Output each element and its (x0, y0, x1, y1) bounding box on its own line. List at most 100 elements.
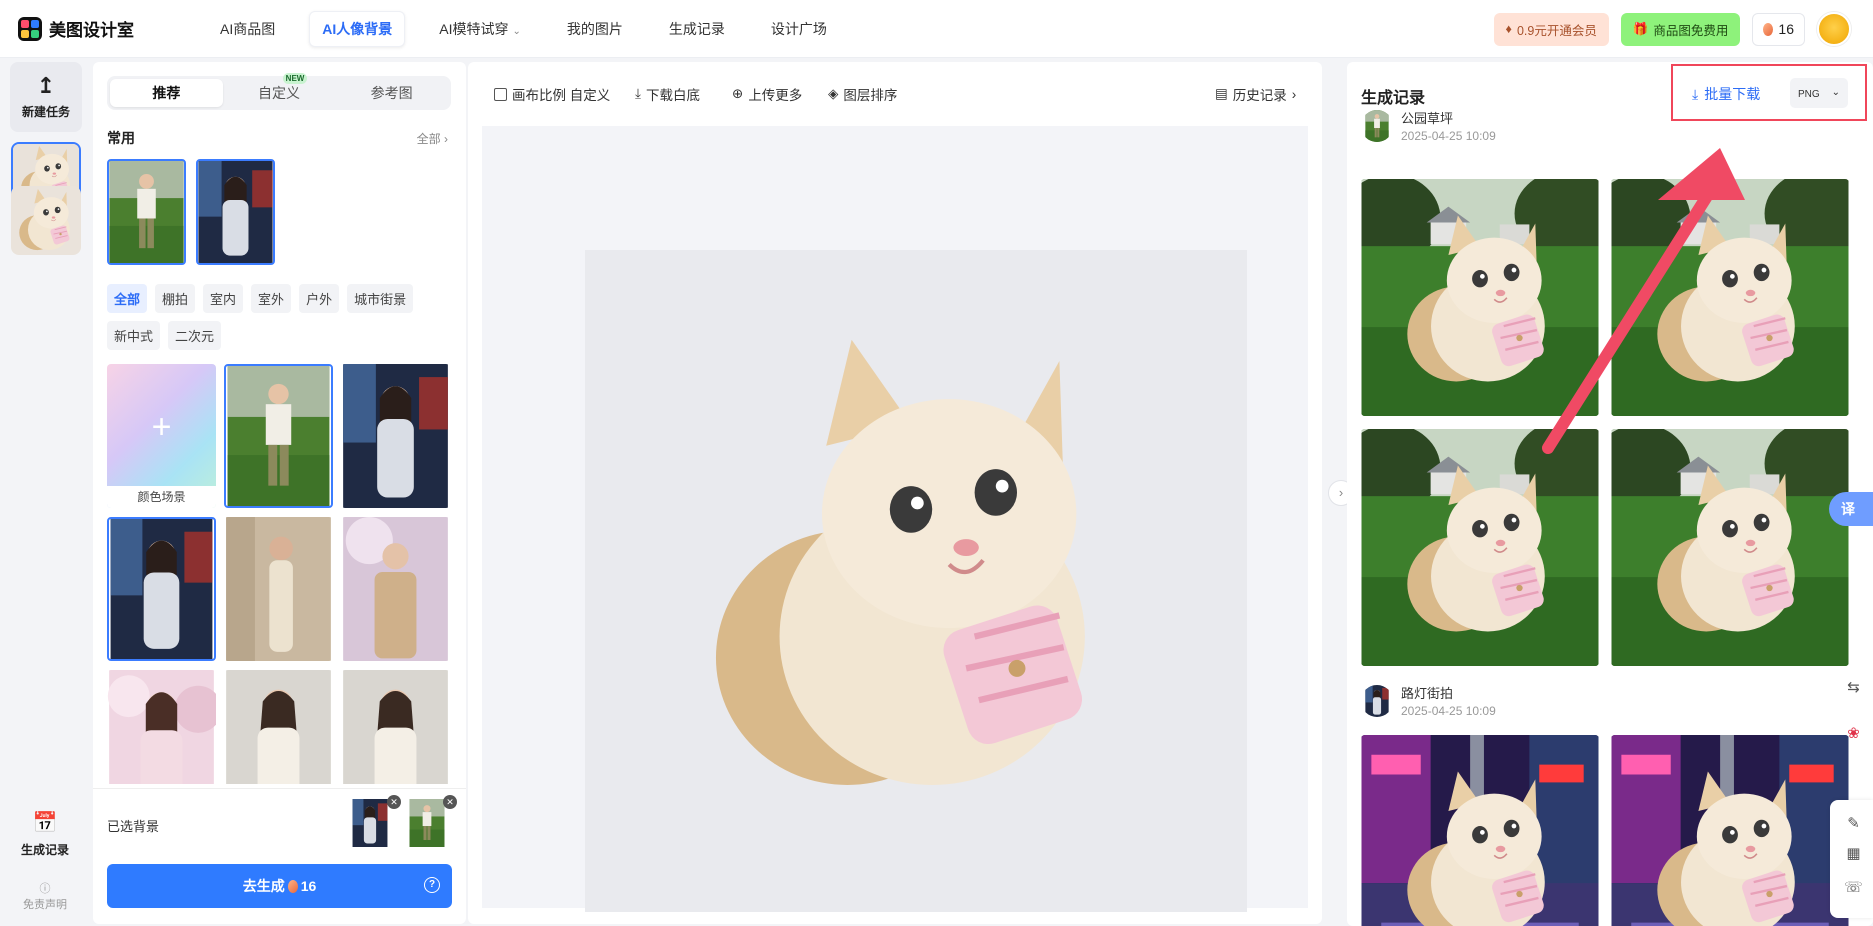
group-time: 2025-04-25 10:09 (1401, 704, 1496, 718)
category-tag[interactable]: 全部 (107, 284, 148, 313)
group-avatar (1361, 684, 1393, 717)
tool-label: 上传更多 (748, 88, 803, 103)
category-tag[interactable]: 室内 (203, 284, 244, 313)
info-icon: ⓘ (39, 883, 51, 895)
category-tag[interactable]: 室外 (251, 284, 292, 313)
history-label: 历史记录 (1232, 88, 1287, 103)
task-thumbnail[interactable] (11, 186, 81, 255)
plus-circle-icon: ⊕ (732, 86, 744, 101)
top-bar: 美图设计室 AI商品图 AI人像背景 AI模特试穿 ⌄ 我的图片 生成记录 设计广… (0, 0, 1873, 58)
rail-history-button[interactable]: 📅 生成记录 (0, 810, 90, 858)
group-title: 公园草坪 (1401, 111, 1454, 126)
bean-icon (1763, 22, 1774, 36)
tool-label: 下载白底 (645, 88, 700, 103)
remove-icon[interactable]: ✕ (387, 795, 401, 809)
tab-recommended[interactable]: 推荐 (110, 79, 223, 107)
free-product-button[interactable]: 🎁 商品图免费用 (1620, 12, 1741, 46)
history-button[interactable]: ▤ 历史记录 › (1215, 84, 1296, 104)
common-background[interactable] (196, 159, 275, 265)
headset-icon[interactable]: ☏ (1834, 872, 1873, 902)
logo-icon (18, 16, 42, 41)
plus-icon: + (151, 408, 172, 446)
tab-label: 推荐 (152, 85, 181, 101)
upload-more-button[interactable]: ⊕ 上传更多 (732, 84, 802, 104)
nav-my-images[interactable]: 我的图片 (555, 12, 635, 46)
nav-design-plaza[interactable]: 设计广场 (759, 12, 839, 46)
network-icon[interactable]: ❀ (1834, 718, 1873, 748)
history-group-header: 公园草坪 2025-04-25 10:09 (1361, 108, 1496, 143)
result-image[interactable] (1361, 429, 1599, 666)
download-icon: ⤓ (635, 86, 641, 101)
history-icon: ▤ (1215, 86, 1228, 101)
nav-generation-history[interactable]: 生成记录 (657, 12, 737, 46)
tool-label: 画布比例 自定义 (512, 88, 611, 103)
disclaimer-link[interactable]: ⓘ 免责声明 (0, 880, 90, 912)
generate-button[interactable]: 去生成 16 ? (107, 864, 452, 908)
new-task-button[interactable]: ↥ 新建任务 (10, 62, 82, 132)
result-image[interactable] (1361, 735, 1599, 926)
background-card[interactable] (224, 364, 333, 508)
chevron-right-icon: › (1338, 485, 1344, 500)
calendar-clock-icon: 📅 (32, 812, 58, 834)
background-card[interactable] (224, 670, 333, 784)
category-tag[interactable]: 新中式 (107, 321, 161, 350)
diamond-icon: ♦ (1505, 22, 1512, 36)
chevron-right-icon: › (444, 132, 448, 146)
generate-cost: 16 (300, 878, 317, 894)
background-card[interactable] (107, 670, 216, 784)
view-all-label: 全部 (416, 132, 441, 146)
app-logo[interactable]: 美图设计室 (18, 16, 188, 41)
remove-icon[interactable]: ✕ (443, 795, 457, 809)
header-actions: ♦ 0.9元开通会员 🎁 商品图免费用 16 (1493, 12, 1851, 46)
selected-background-chip[interactable] (346, 799, 394, 847)
nav-ai-model-tryon[interactable]: AI模特试穿 ⌄ (427, 12, 533, 46)
category-tag[interactable]: 二次元 (168, 321, 222, 350)
tab-custom[interactable]: 自定义 NEW (223, 73, 336, 107)
background-card[interactable] (341, 670, 450, 784)
category-tag[interactable]: 户外 (299, 284, 340, 313)
batch-download-button[interactable]: ⤓ 批量下载 (1692, 84, 1760, 104)
section-title: 常用 (107, 130, 135, 146)
nav-ai-portrait-bg[interactable]: AI人像背景 (309, 10, 406, 47)
background-card[interactable] (341, 517, 450, 661)
app-name: 美图设计室 (49, 21, 134, 40)
checkbox-icon (494, 87, 507, 101)
result-image[interactable] (1611, 179, 1849, 416)
background-card[interactable] (107, 517, 216, 661)
help-icon[interactable]: ? (424, 877, 440, 893)
result-image[interactable] (1361, 179, 1599, 416)
disclaimer-label: 免责声明 (23, 899, 67, 911)
upload-icon: ↥ (36, 72, 56, 98)
subject-image[interactable] (699, 338, 1123, 808)
layer-order-button[interactable]: ◈ 图层排序 (828, 84, 897, 104)
format-value: PNG (1798, 89, 1820, 100)
background-card[interactable] (341, 364, 450, 508)
result-image[interactable] (1611, 429, 1849, 666)
common-background[interactable] (107, 159, 186, 265)
book-icon[interactable]: ▦ (1834, 838, 1873, 868)
format-select[interactable]: PNG ⌄ (1790, 78, 1848, 108)
result-image[interactable] (1611, 735, 1849, 926)
download-icon: ⤓ (1692, 85, 1699, 102)
nav-ai-product[interactable]: AI商品图 (208, 12, 287, 46)
canvas-ratio-toggle[interactable]: 画布比例 自定义 (494, 84, 610, 104)
background-card[interactable] (224, 517, 333, 661)
download-white-button[interactable]: ⤓ 下载白底 (635, 84, 700, 104)
note-icon[interactable]: ✎ (1834, 808, 1873, 838)
color-scene-card[interactable]: + 颜色场景 (107, 364, 216, 508)
translate-tool-icon[interactable]: ⇆ (1834, 672, 1873, 702)
canvas[interactable] (585, 250, 1247, 912)
gift-icon: 🎁 (1632, 21, 1649, 36)
category-tag[interactable]: 棚拍 (155, 284, 196, 313)
nav-label: 我的图片 (566, 20, 623, 37)
tab-reference[interactable]: 参考图 (335, 79, 448, 107)
generation-history-panel: 生成记录 ⤓ 批量下载 PNG ⌄ 公园草坪 2025-04-25 10:09 … (1347, 62, 1873, 926)
credit-balance[interactable]: 16 (1752, 12, 1805, 46)
category-tag[interactable]: 城市街景 (347, 284, 414, 313)
main-nav: AI商品图 AI人像背景 AI模特试穿 ⌄ 我的图片 生成记录 设计广场 (208, 10, 861, 47)
avatar[interactable] (1817, 12, 1851, 46)
vip-button[interactable]: ♦ 0.9元开通会员 (1493, 12, 1609, 46)
translate-button[interactable]: 译 (1829, 492, 1873, 526)
panel-title: 生成记录 (1361, 90, 1426, 107)
view-all-link[interactable]: 全部 › (417, 130, 448, 147)
